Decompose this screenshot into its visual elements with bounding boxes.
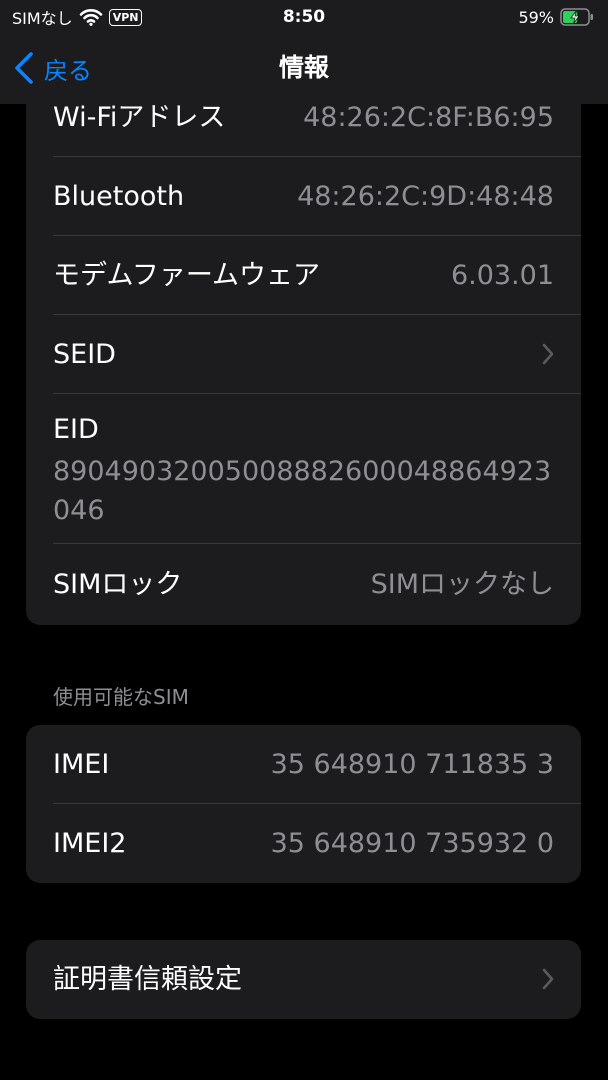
row-label: Bluetooth [53,181,185,212]
row-eid[interactable]: EID 89049032005008882600048864923046 [26,394,581,544]
battery-charging-icon [560,8,593,26]
row-value: 48:26:2C:9D:48:48 [297,181,554,212]
page-title: 情報 [278,53,329,82]
row-label: SIMロック [53,569,183,600]
cert-card: 証明書信頼設定 [26,940,581,1019]
sim-card: IMEI 35 648910 711835 3 IMEI2 35 648910 … [26,725,581,883]
battery-percent: 59% [518,7,554,27]
row-label: EID [53,414,99,445]
chevron-right-icon [542,343,554,365]
status-right: 59% [518,5,594,29]
row-label: IMEI [53,749,110,780]
chevron-right-icon [542,968,554,990]
row-value: SIMロックなし [370,569,554,600]
row-value: 35 648910 711835 3 [270,749,554,780]
row-modem-firmware[interactable]: モデムファームウェア 6.03.01 [26,236,581,315]
row-value: 6.03.01 [450,260,554,291]
row-label: SEID [53,339,116,370]
eid-value: 89049032005008882600048864923046 [53,456,552,526]
row-imei2[interactable]: IMEI2 35 648910 735932 0 [26,804,581,883]
status-time: 8:50 [282,7,326,27]
about-card: Wi-Fiアドレス 48:26:2C:8F:B6:95 Bluetooth 48… [26,60,581,625]
row-sim-lock[interactable]: SIMロック SIMロックなし [26,545,581,624]
status-bar: SIMなし VPN 8:50 59% [0,0,608,34]
row-label: モデムファームウェア [53,260,321,291]
row-value: 35 648910 735932 0 [270,828,554,859]
row-imei[interactable]: IMEI 35 648910 711835 3 [26,725,581,804]
row-certificate-trust-settings[interactable]: 証明書信頼設定 [26,940,581,1019]
row-bluetooth[interactable]: Bluetooth 48:26:2C:9D:48:48 [26,157,581,236]
settings-content: Wi-Fiアドレス 48:26:2C:8F:B6:95 Bluetooth 48… [0,0,608,1080]
navigation-bar: 戻る 情報 [0,34,608,104]
row-seid[interactable]: SEID [26,315,581,394]
section-header-available-sim: 使用可能なSIM [53,685,189,709]
row-label: 証明書信頼設定 [53,964,242,995]
row-label: IMEI2 [53,828,127,859]
